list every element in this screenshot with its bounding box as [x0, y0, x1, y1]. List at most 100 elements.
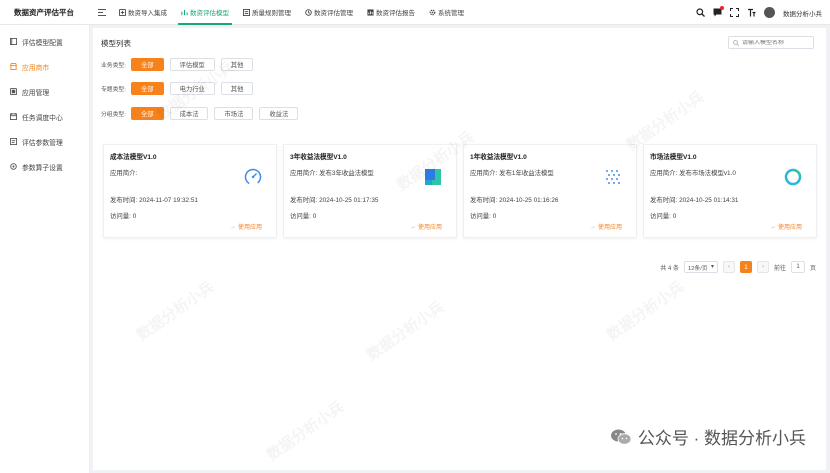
ring-icon: [784, 168, 802, 186]
pagination-total: 共 4 条: [660, 265, 679, 272]
wechat-icon: [610, 429, 632, 445]
sidebar-item-schedule[interactable]: 任务调度中心: [0, 104, 89, 129]
rule-icon: [243, 8, 250, 16]
filter-chip[interactable]: 电力行业: [169, 82, 215, 95]
config-icon: [10, 38, 17, 45]
card-title: 1年收益法模型V1.0: [470, 154, 527, 161]
sidebar-item-label: 应用商市: [22, 64, 50, 72]
model-card[interactable]: 成本法模型V1.0 应用简介: 发布时间: 2024-11-07 19:32:5…: [103, 144, 277, 238]
dots-icon: [606, 170, 620, 184]
prev-page-button[interactable]: ‹: [722, 261, 735, 273]
card-publish-time: 发布时间: 2024-10-25 01:17:35: [290, 197, 379, 204]
card-intro: 应用简介: 发布1年收益法模型: [470, 170, 554, 177]
card-visits: 访问量: 0: [650, 213, 677, 220]
use-app-label: 使用应用: [417, 225, 442, 231]
arrow-right-icon: →: [769, 223, 776, 230]
blocks-icon: [425, 169, 441, 185]
use-app-label: 使用应用: [777, 225, 802, 231]
filter-chip[interactable]: 其他: [220, 58, 254, 71]
operator-icon: [10, 163, 17, 170]
card-title: 市场法模型V1.0: [650, 154, 697, 161]
arrow-right-icon: →: [229, 223, 236, 230]
filter-topic-type: 专题类型: 全部 电力行业 其他: [101, 82, 259, 95]
filter-label: 业务类型:: [101, 63, 126, 69]
filter-chip[interactable]: 收益法: [259, 107, 299, 120]
notification-badge: [720, 6, 724, 10]
sidebar-item-operator[interactable]: 参数算子设置: [0, 154, 89, 179]
nav-item-label: 数资评估模型: [190, 10, 229, 17]
nav-item-model[interactable]: 数资评估模型: [174, 0, 236, 25]
search-icon[interactable]: [696, 8, 705, 17]
arrow-right-icon: →: [589, 223, 596, 230]
nav-item-import[interactable]: 数资导入集成: [112, 0, 174, 25]
search-icon: [733, 39, 739, 46]
top-right-tools: 数据分析小兵: [696, 0, 822, 25]
arrow-right-icon: →: [409, 223, 416, 230]
param-icon: [10, 138, 17, 145]
avatar[interactable]: [764, 7, 775, 18]
use-app-button[interactable]: → 使用应用: [229, 222, 262, 232]
card-title: 3年收益法模型V1.0: [290, 154, 347, 161]
gauge-icon: [244, 168, 262, 186]
card-intro: 应用简介: 发布市场法模型v1.0: [650, 170, 736, 177]
fullscreen-icon[interactable]: [730, 8, 739, 17]
filter-group-type: 分组类型: 全部 成本法 市场法 收益法: [101, 107, 304, 120]
report-icon: [367, 8, 374, 16]
filter-chip[interactable]: 市场法: [214, 107, 254, 120]
nav-item-system[interactable]: 系统管理: [422, 0, 471, 25]
model-card[interactable]: 市场法模型V1.0 应用简介: 发布市场法模型v1.0 发布时间: 2024-1…: [643, 144, 817, 238]
filter-chip[interactable]: 全部: [131, 82, 164, 95]
wechat-official-account-mark: 公众号 · 数据分析小兵: [610, 424, 806, 449]
search-input[interactable]: [742, 39, 812, 46]
filter-chip[interactable]: 评估模型: [169, 58, 215, 71]
card-visits: 访问量: 0: [290, 213, 317, 220]
sidebar-item-label: 任务调度中心: [22, 114, 63, 122]
main-panel: 模型列表 业务类型: 全部 评估模型 其他 专题类型: 全部 电力行业 其他 分…: [93, 28, 826, 470]
nav-item-label: 数资评估管理: [314, 10, 353, 17]
message-icon[interactable]: [713, 6, 724, 17]
page-title: 模型列表: [101, 39, 131, 48]
filter-chip[interactable]: 全部: [131, 58, 164, 71]
sidebar-item-params[interactable]: 评估参数管理: [0, 129, 89, 154]
sidebar: 评估模型配置 应用商市 应用管理 任务调度中心 评估参数管理 参数算子设置: [0, 25, 90, 473]
use-app-button[interactable]: → 使用应用: [769, 222, 802, 232]
footer-text: 公众号 · 数据分析小兵: [637, 429, 806, 448]
system-icon: [429, 9, 436, 15]
filter-label: 专题类型:: [101, 87, 126, 93]
nav-item-report[interactable]: 数资评估报告: [360, 0, 422, 25]
nav-item-assess[interactable]: 数资评估管理: [298, 0, 360, 25]
top-bar: 数据资产评估平台 数资导入集成 数资评估模型 质量规则管理 数资评估管理 数资评…: [0, 0, 830, 25]
user-name[interactable]: 数据分析小兵: [783, 8, 822, 18]
page-number-current[interactable]: 1: [739, 261, 752, 273]
font-size-icon[interactable]: [747, 8, 756, 17]
nav-item-label: 系统管理: [438, 10, 464, 17]
sidebar-item-model-config[interactable]: 评估模型配置: [0, 29, 89, 54]
model-card[interactable]: 1年收益法模型V1.0 应用简介: 发布1年收益法模型 发布时间: 2024-1…: [463, 144, 637, 238]
use-app-button[interactable]: → 使用应用: [409, 222, 442, 232]
nav-item-rule[interactable]: 质量规则管理: [236, 0, 298, 25]
filter-chip[interactable]: 成本法: [169, 107, 209, 120]
goto-page-input[interactable]: 1: [790, 261, 805, 273]
use-app-button[interactable]: → 使用应用: [589, 222, 622, 232]
card-publish-time: 发布时间: 2024-10-25 01:14:31: [650, 197, 739, 204]
filter-chip[interactable]: 全部: [131, 107, 164, 120]
use-app-label: 使用应用: [237, 225, 262, 231]
app-title: 数据资产评估平台: [14, 7, 74, 17]
page-size-value: 12条/页: [687, 265, 708, 272]
card-publish-time: 发布时间: 2024-10-25 01:16:26: [470, 197, 559, 204]
model-card[interactable]: 3年收益法模型V1.0 应用简介: 发布3年收益法模型 发布时间: 2024-1…: [283, 144, 457, 238]
sidebar-item-label: 应用管理: [22, 89, 50, 97]
nav-item-label: 数资导入集成: [128, 10, 167, 17]
search-box[interactable]: [728, 36, 814, 49]
use-app-label: 使用应用: [597, 225, 622, 231]
card-intro: 应用简介: 发布3年收益法模型: [290, 170, 374, 177]
sidebar-item-app-store[interactable]: 应用商市: [0, 54, 89, 79]
chevron-down-icon: ▾: [711, 264, 714, 270]
pagination: 共 4 条 12条/页 ▾ ‹ 1 › 前往 1 页: [660, 261, 816, 273]
sidebar-item-app-manage[interactable]: 应用管理: [0, 79, 89, 104]
page-size-select[interactable]: 12条/页 ▾: [683, 261, 718, 273]
goto-label: 前往: [773, 265, 786, 272]
next-page-button[interactable]: ›: [756, 261, 769, 273]
menu-toggle-icon[interactable]: [92, 8, 112, 16]
filter-chip[interactable]: 其他: [220, 82, 254, 95]
